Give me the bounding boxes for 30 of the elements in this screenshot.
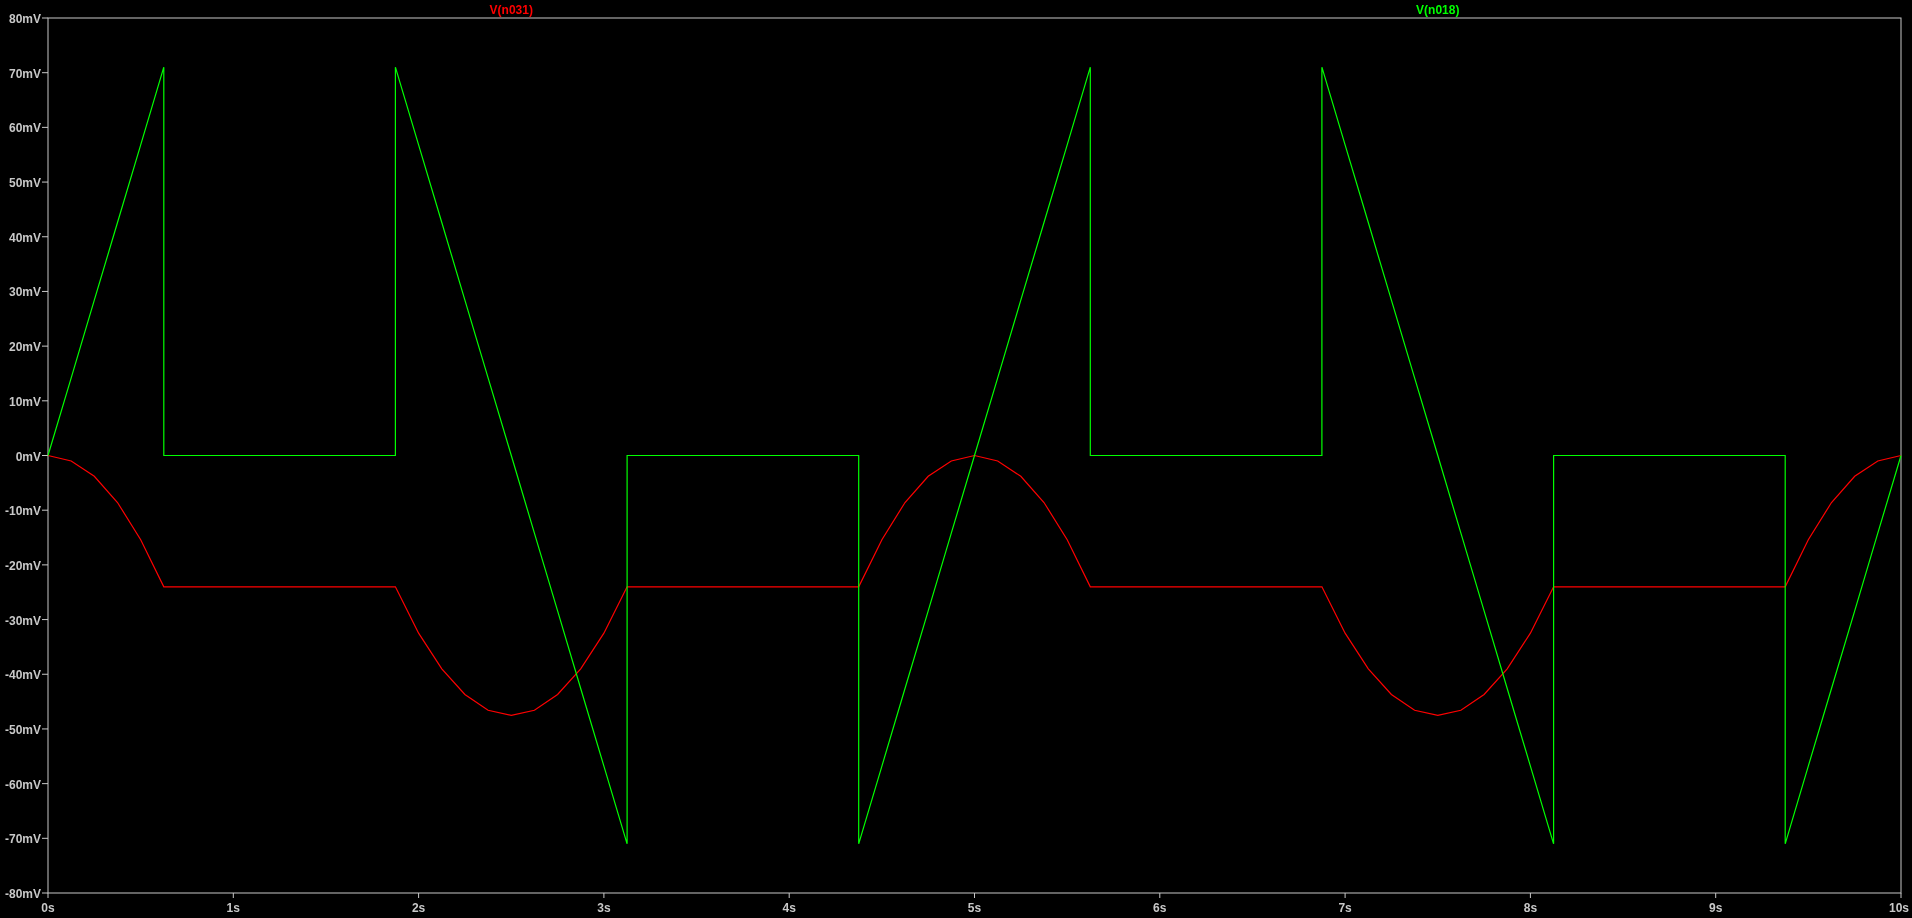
y-tick-label: 80mV [8,12,41,26]
y-tick-label: -20mV [4,558,41,573]
x-tick-label: 9s [1709,901,1723,915]
y-tick-label: 20mV [8,340,41,355]
y-tick-label: 70mV [8,66,41,81]
y-tick-label: -30mV [4,613,41,628]
trace-label: V(n031) [489,3,533,17]
x-tick-label: 2s [411,901,426,915]
y-tick-label: -10mV [4,504,41,519]
y-tick-label: -40mV [4,668,41,683]
y-tick-label: 0mV [15,449,41,464]
x-tick-label: 1s [226,901,240,915]
y-tick-label: 40mV [8,230,41,245]
x-tick-label: 10s [1889,901,1909,915]
y-tick-label: -70mV [4,832,41,847]
trace-label: V(n018) [1416,3,1460,17]
x-tick-label: 4s [782,901,796,915]
y-tick-label: 30mV [8,285,41,300]
y-tick-label: -50mV [4,722,41,737]
x-tick-label: 3s [597,901,611,915]
y-tick-label: 50mV [8,176,41,191]
y-tick-label: 10mV [8,394,41,409]
x-tick-label: 7s [1338,901,1352,915]
y-tick-label: -80mV [4,887,41,901]
x-tick-label: 5s [967,901,982,915]
y-tick-label: -60mV [4,777,41,792]
x-tick-label: 0s [41,901,55,915]
x-tick-label: 6s [1153,901,1167,915]
x-tick-label: 8s [1523,901,1538,915]
y-tick-label: 60mV [8,121,41,136]
